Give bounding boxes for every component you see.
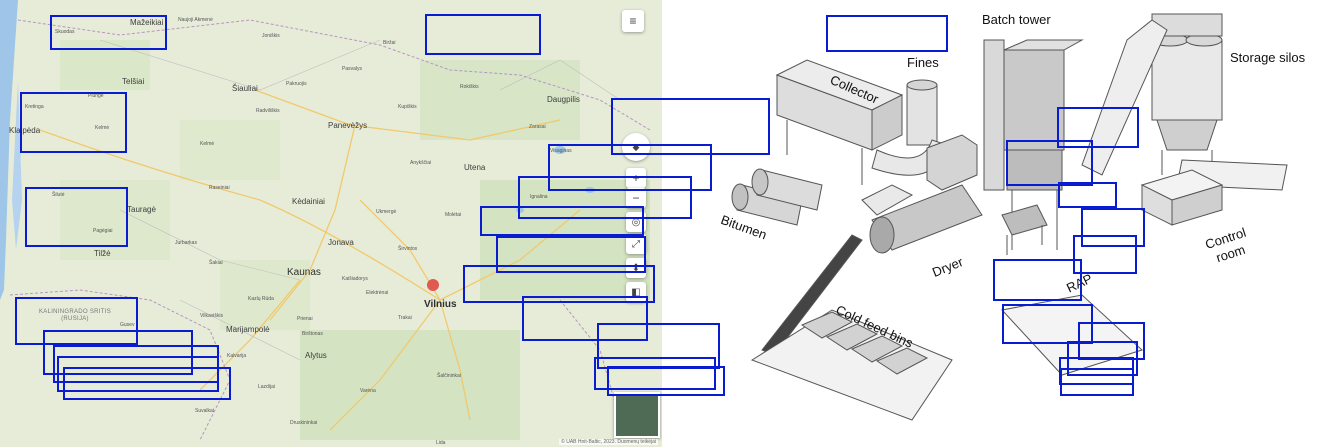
label-tilze: Tilžė [94, 249, 111, 258]
label-moletai: Molėtai [445, 212, 462, 218]
plant-illustration [731, 13, 1288, 421]
label-fines: Fines [907, 55, 939, 70]
label-marijampole: Marijampolė [226, 325, 270, 334]
label-naujoji-akmene: Naujoji Akmenė [178, 17, 213, 23]
location-marker [427, 279, 439, 291]
label-kedainiai: Kėdainiai [292, 197, 325, 206]
label-jurbarkas: Jurbarkas [175, 240, 197, 246]
label-pasvalys: Pasvalys [342, 66, 363, 72]
label-varena: Varėna [360, 388, 376, 394]
label-raseiniai: Raseiniai [209, 185, 230, 191]
label-kalvarija: Kalvarija [227, 353, 247, 359]
label-joniskis: Joniškis [262, 33, 280, 39]
label-sirvintos: Širvintos [398, 246, 418, 252]
label-kazlu-ruda: Kazlų Rūda [248, 296, 274, 302]
label-pakruojis: Pakruojis [286, 81, 307, 87]
label-vilkaviskis: Vilkaviškis [200, 313, 223, 319]
overlay-box [607, 366, 725, 396]
label-panevezys: Panevėžys [328, 121, 368, 130]
overlay-box [826, 15, 948, 52]
label-utena: Utena [464, 163, 486, 172]
label-prienai: Prienai [297, 316, 313, 322]
overlay-box [25, 187, 128, 247]
label-daugpilis: Daugpilis [547, 95, 580, 104]
label-anyksciai: Anykščiai [410, 160, 432, 166]
plant-diagram: Batch tower Fines Storage silos Collecto… [662, 0, 1320, 447]
overlay-box [1073, 235, 1137, 274]
satellite-thumbnail[interactable] [614, 392, 660, 438]
label-trakai: Trakai [398, 315, 412, 321]
label-vilnius: Vilnius [424, 299, 457, 310]
label-lida: Lida [436, 440, 446, 446]
label-jonava: Jonava [328, 238, 354, 247]
label-lazdijai: Lazdijai [258, 384, 275, 390]
overlay-box [993, 259, 1082, 301]
label-alytus: Alytus [305, 351, 327, 360]
overlay-box [20, 92, 127, 153]
label-birstonas: Birštonas [302, 331, 323, 337]
label-kaisiadorys: Kaišiadorys [342, 276, 368, 282]
overlay-box [1060, 368, 1134, 396]
label-kupiskis: Kupiškis [398, 104, 417, 110]
label-zarasai: Zarasai [529, 124, 546, 130]
label-telsiai: Telšiai [122, 77, 145, 86]
label-salcininkai: Šalčininkai [437, 373, 461, 379]
overlay-box [50, 15, 167, 50]
map-attribution: © UAB Hnit-Baltic, 2023. Duomenų teikėja… [559, 439, 658, 445]
label-elektrenai: Elektrėnai [366, 290, 389, 296]
label-sakiai: Šakiai [209, 260, 223, 266]
label-batch-tower: Batch tower [982, 12, 1051, 27]
overlay-box [425, 14, 541, 55]
overlay-box [1058, 182, 1117, 208]
label-taurage: Tauragė [127, 205, 156, 214]
label-kaunas: Kaunas [287, 267, 321, 278]
label-kelme2: Kelmė [200, 141, 215, 147]
label-ukmerge: Ukmergė [376, 209, 397, 215]
overlay-box [480, 206, 644, 236]
overlay-box [63, 367, 231, 400]
label-radviliskis: Radviliškis [256, 108, 280, 114]
label-storage-silos: Storage silos [1230, 50, 1306, 65]
label-druskininkai: Druskininkai [290, 420, 318, 426]
label-rokiskis: Rokiškis [460, 84, 479, 90]
menu-icon[interactable]: ≡ [622, 10, 644, 32]
overlay-box [1006, 140, 1093, 186]
label-birzai: Biržai [383, 40, 396, 46]
label-suvalkai: Suvalkai [195, 408, 214, 414]
label-siauliai: Šiauliai [232, 84, 258, 93]
